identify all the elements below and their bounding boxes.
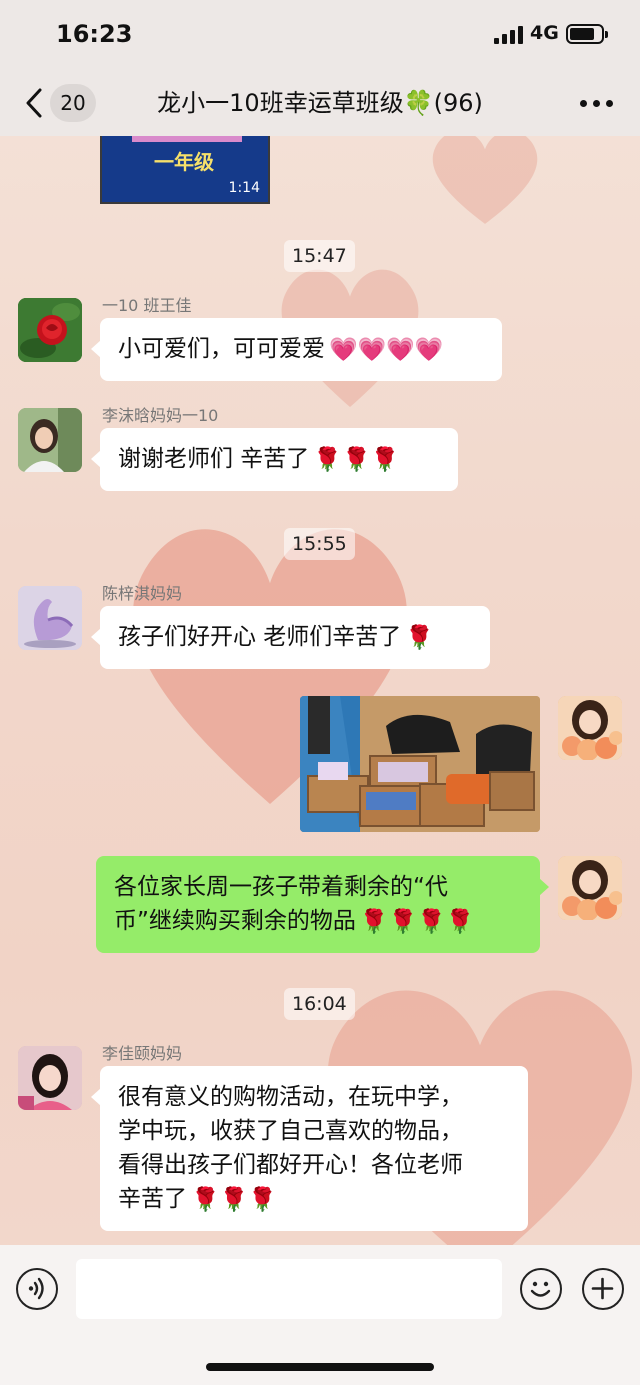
message-bubble[interactable]: 小可爱们，可可爱爱 💗💗💗💗 <box>91 318 502 381</box>
sender-name: 李佳颐妈妈 <box>102 1044 183 1063</box>
message-timestamp: 16:04 <box>284 988 355 1020</box>
woman-portrait-avatar-icon[interactable] <box>18 408 82 472</box>
message-bubble[interactable]: 很有意义的购物活动，在玩中学， 学中玩，收获了自己喜欢的物品， 看得出孩子们都好… <box>91 1066 528 1231</box>
message-text: 孩子们好开心 老师们辛苦了 <box>118 624 402 650</box>
rose-emoji-icon: 🌹🌹🌹 <box>191 1186 277 1213</box>
woman-selfie-avatar-icon[interactable] <box>18 1046 82 1110</box>
outgoing-message-bubble[interactable]: 各位家长周一孩子带着剩余的“代 币”继续购买剩余的物品 🌹🌹🌹🌹 <box>96 856 549 953</box>
message-text-line: 很有意义的购物活动，在玩中学， <box>118 1084 463 1110</box>
plus-icon <box>591 1277 614 1300</box>
message-bubble[interactable]: 谢谢老师们 辛苦了 🌹🌹🌹 <box>91 428 458 491</box>
message-text-line: 币”继续购买剩余的物品 <box>114 908 356 934</box>
message-text-line: 看得出孩子们都好开心！各位老师 <box>118 1152 463 1178</box>
more-actions-button[interactable] <box>582 1268 624 1310</box>
sender-name: 李沫晗妈妈一10 <box>102 406 219 425</box>
video-caption: 一年级 <box>154 150 214 174</box>
rose-emoji-icon: 🌹🌹🌹 <box>313 446 400 473</box>
voice-input-button[interactable] <box>16 1268 58 1310</box>
message-timestamp: 15:47 <box>284 240 355 272</box>
message-text-line: 辛苦了 <box>118 1186 187 1212</box>
rose-emoji-icon: 🌹🌹🌹🌹 <box>359 908 475 935</box>
message-timestamp: 15:55 <box>284 528 355 560</box>
message-bubble[interactable]: 孩子们好开心 老师们辛苦了 🌹 <box>91 606 490 669</box>
back-arrow-icon[interactable] <box>20 86 50 120</box>
rose-emoji-icon: 🌹 <box>405 624 434 651</box>
battery-icon <box>566 24 608 44</box>
chat-title: 龙小一10班幸运草班级🍀(96) <box>157 89 483 117</box>
heart-emoji-icon: 💗💗💗💗 <box>329 336 444 363</box>
status-time: 16:23 <box>56 20 133 48</box>
home-indicator[interactable] <box>206 1363 434 1371</box>
self-avatar-icon[interactable] <box>558 856 622 920</box>
self-avatar-icon[interactable] <box>558 696 622 760</box>
voice-icon <box>28 1277 44 1300</box>
shopping-boxes-photo[interactable] <box>300 696 540 832</box>
sender-name: 一10 班王佳 <box>102 296 192 315</box>
emoji-picker-button[interactable] <box>520 1268 562 1310</box>
video-duration: 1:14 <box>228 180 260 196</box>
swan-avatar-icon[interactable] <box>18 586 82 650</box>
more-options-icon[interactable] <box>580 100 614 108</box>
signal-icon <box>494 26 524 44</box>
chat-header: 20 龙小一10班幸运草班级🍀(96) <box>0 70 640 136</box>
message-text-line: 各位家长周一孩子带着剩余的“代 <box>114 874 448 900</box>
rose-avatar-icon[interactable] <box>18 298 82 362</box>
status-bar: 16:23 4G <box>0 0 640 70</box>
message-text-line: 学中玩，收获了自己喜欢的物品， <box>118 1118 463 1144</box>
smiley-icon <box>530 1281 551 1297</box>
message-input-bar <box>0 1245 640 1385</box>
message-text: 谢谢老师们 辛苦了 <box>118 446 310 472</box>
message-text-input[interactable] <box>76 1259 502 1319</box>
video-message-thumbnail[interactable]: 一年级 1:14 <box>100 136 270 204</box>
sender-name: 陈梓淇妈妈 <box>102 584 183 603</box>
network-type: 4G <box>530 22 559 44</box>
unread-count-badge[interactable]: 20 <box>50 84 96 122</box>
wallpaper-heart-icon <box>432 130 538 224</box>
message-text: 小可爱们，可可爱爱 <box>118 336 325 362</box>
